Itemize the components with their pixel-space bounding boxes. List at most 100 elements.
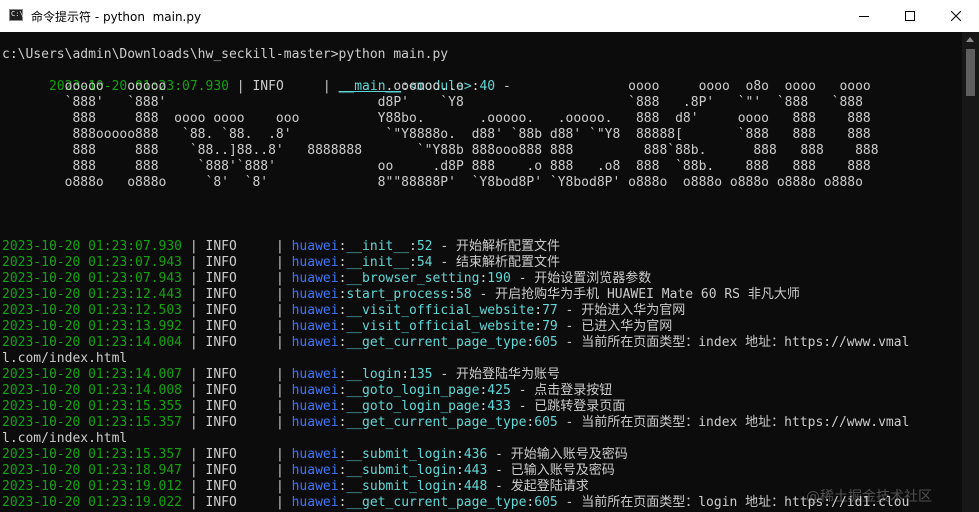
log-separator: | xyxy=(182,271,206,286)
log-level: INFO xyxy=(205,479,269,494)
log-dash: - xyxy=(432,367,456,382)
log-line: 2023-10-20 01:23:15.355 | INFO | huawei:… xyxy=(2,399,625,415)
log-line: 2023-10-20 01:23:15.357 | INFO | huawei:… xyxy=(2,447,628,463)
log-dash: - xyxy=(557,319,582,334)
scroll-up-arrow-icon[interactable] xyxy=(966,37,974,42)
log-timestamp: 2023-10-20 01:23:12.443 xyxy=(2,287,183,302)
log-line-number: 54 xyxy=(416,255,433,270)
banner-line: 888ooooo888 `88. `88. .8' `"Y8888o. d88'… xyxy=(2,127,871,142)
log-dash: - xyxy=(471,287,496,302)
log-timestamp: 2023-10-20 01:23:19.012 xyxy=(2,479,183,494)
log-timestamp: 2023-10-20 01:23:07.943 xyxy=(2,255,183,270)
log-line-wrap: l.com/index.html xyxy=(2,431,128,446)
log-function: __login xyxy=(346,367,402,382)
log-separator: | xyxy=(182,495,206,510)
log-timestamp: 2023-10-20 01:23:15.355 xyxy=(2,399,183,414)
banner-line: 888 888 `88..]88..8' 8888888 `"Y88b 888o… xyxy=(2,143,879,158)
log-separator: | xyxy=(268,319,292,334)
log-separator: | xyxy=(268,271,292,286)
log-function: __goto_login_page xyxy=(346,383,480,398)
log-line: 2023-10-20 01:23:12.503 | INFO | huawei:… xyxy=(2,303,685,319)
log-function: __init__ xyxy=(346,239,410,254)
log-dash: - xyxy=(432,255,456,270)
log-separator: | xyxy=(268,399,292,414)
vertical-scrollbar[interactable] xyxy=(962,32,979,512)
log-function: __visit_official_website xyxy=(346,319,535,334)
log-colon: : xyxy=(534,319,543,334)
log-line-number: 448 xyxy=(463,479,488,494)
log-separator: | xyxy=(268,463,292,478)
log-separator: | xyxy=(268,303,292,318)
command-prompt-icon[interactable]: C:\. xyxy=(9,9,28,21)
log-function: __get_current_page_type xyxy=(346,495,527,510)
log-module: huawei xyxy=(291,239,339,254)
log-message: 当前所在页面类型：index 地址：https://www.vmal xyxy=(581,415,910,430)
banner-line: `888' `888' d8P' `Y8 `888 .8P' `"' `888 … xyxy=(2,95,863,110)
scrollbar-thumb[interactable] xyxy=(966,49,975,96)
log-module: huawei xyxy=(291,463,339,478)
log-message: 开始登陆华为账号 xyxy=(456,367,561,382)
log-dash: - xyxy=(510,399,535,414)
log-module: huawei xyxy=(291,303,339,318)
minimize-button[interactable] xyxy=(841,0,887,32)
log-line: 2023-10-20 01:23:19.012 | INFO | huawei:… xyxy=(2,479,589,495)
log-separator: | xyxy=(268,255,292,270)
log-colon: : xyxy=(455,479,464,494)
log-level: INFO xyxy=(205,303,269,318)
log-line-number: 443 xyxy=(463,463,488,478)
log-function: __browser_setting xyxy=(346,271,480,286)
log-module: huawei xyxy=(291,495,339,510)
log-timestamp: 2023-10-20 01:23:15.357 xyxy=(2,415,183,430)
log-function: __init__ xyxy=(346,255,410,270)
log-level: INFO xyxy=(205,383,269,398)
log-module: huawei xyxy=(291,447,339,462)
log-line: 2023-10-20 01:23:07.943 | INFO | huawei:… xyxy=(2,271,651,287)
log-function: __visit_official_website xyxy=(346,303,535,318)
log-level: INFO xyxy=(205,447,269,462)
log-function: __submit_login xyxy=(346,463,456,478)
maximize-icon xyxy=(905,11,915,21)
log-level: INFO xyxy=(205,335,269,350)
log-line: 2023-10-20 01:23:07.943 | INFO | huawei:… xyxy=(2,255,560,271)
log-module: huawei xyxy=(291,367,339,382)
log-separator: | xyxy=(268,447,292,462)
log-separator: | xyxy=(182,239,206,254)
log-timestamp: 2023-10-20 01:23:07.943 xyxy=(2,271,183,286)
log-line-wrap: l.com/index.html xyxy=(2,351,128,366)
banner-line: ooooo ooooo .oooooo..o oooo oooo o8o ooo… xyxy=(2,79,871,94)
log-timestamp: 2023-10-20 01:23:19.022 xyxy=(2,495,183,510)
banner-line: 888 888 `888'`888' oo .d8P 888 .o 888 .o… xyxy=(2,159,871,174)
log-separator: | xyxy=(182,399,206,414)
log-message: 点击登录按钮 xyxy=(534,383,613,398)
log-separator: | xyxy=(268,383,292,398)
close-icon xyxy=(951,11,961,21)
log-timestamp: 2023-10-20 01:23:07.930 xyxy=(2,239,183,254)
log-module: huawei xyxy=(291,383,339,398)
log-separator: | xyxy=(268,287,292,302)
banner-line: 888 888 oooo oooo ooo Y88bo. .ooooo. .oo… xyxy=(2,111,871,126)
log-line-number: 436 xyxy=(463,447,488,462)
log-message: 当前所在页面类型：index 地址：https://www.vmal xyxy=(581,335,910,350)
console-output[interactable]: c:\Users\admin\Downloads\hw_seckill-mast… xyxy=(0,47,962,512)
close-button[interactable] xyxy=(933,0,979,32)
log-separator: | xyxy=(182,335,206,350)
log-line-number: 58 xyxy=(455,287,472,302)
log-function: __goto_login_page xyxy=(346,399,480,414)
log-module: huawei xyxy=(291,399,339,414)
log-line: 2023-10-20 01:23:12.443 | INFO | huawei:… xyxy=(2,287,800,303)
log-line-number: 425 xyxy=(487,383,511,398)
log-line-number: 77 xyxy=(542,303,558,318)
log-module: huawei xyxy=(291,319,339,334)
log-line: 2023-10-20 01:23:14.004 | INFO | huawei:… xyxy=(2,335,909,351)
log-level: INFO xyxy=(205,367,269,382)
log-message: 开始设置浏览器参数 xyxy=(534,271,652,286)
maximize-button[interactable] xyxy=(887,0,933,32)
log-line-main: 2023-10-20 01:23:07.930 | INFO | __main_… xyxy=(2,63,519,94)
title-bar[interactable]: C:\. 命令提示符 - python main.py xyxy=(0,0,979,32)
log-separator: | xyxy=(182,447,206,462)
log-function: __submit_login xyxy=(346,479,456,494)
log-separator: | xyxy=(182,383,206,398)
log-level: INFO xyxy=(205,495,269,510)
log-line: 2023-10-20 01:23:14.008 | INFO | huawei:… xyxy=(2,383,612,399)
log-function: start_process xyxy=(346,287,449,302)
